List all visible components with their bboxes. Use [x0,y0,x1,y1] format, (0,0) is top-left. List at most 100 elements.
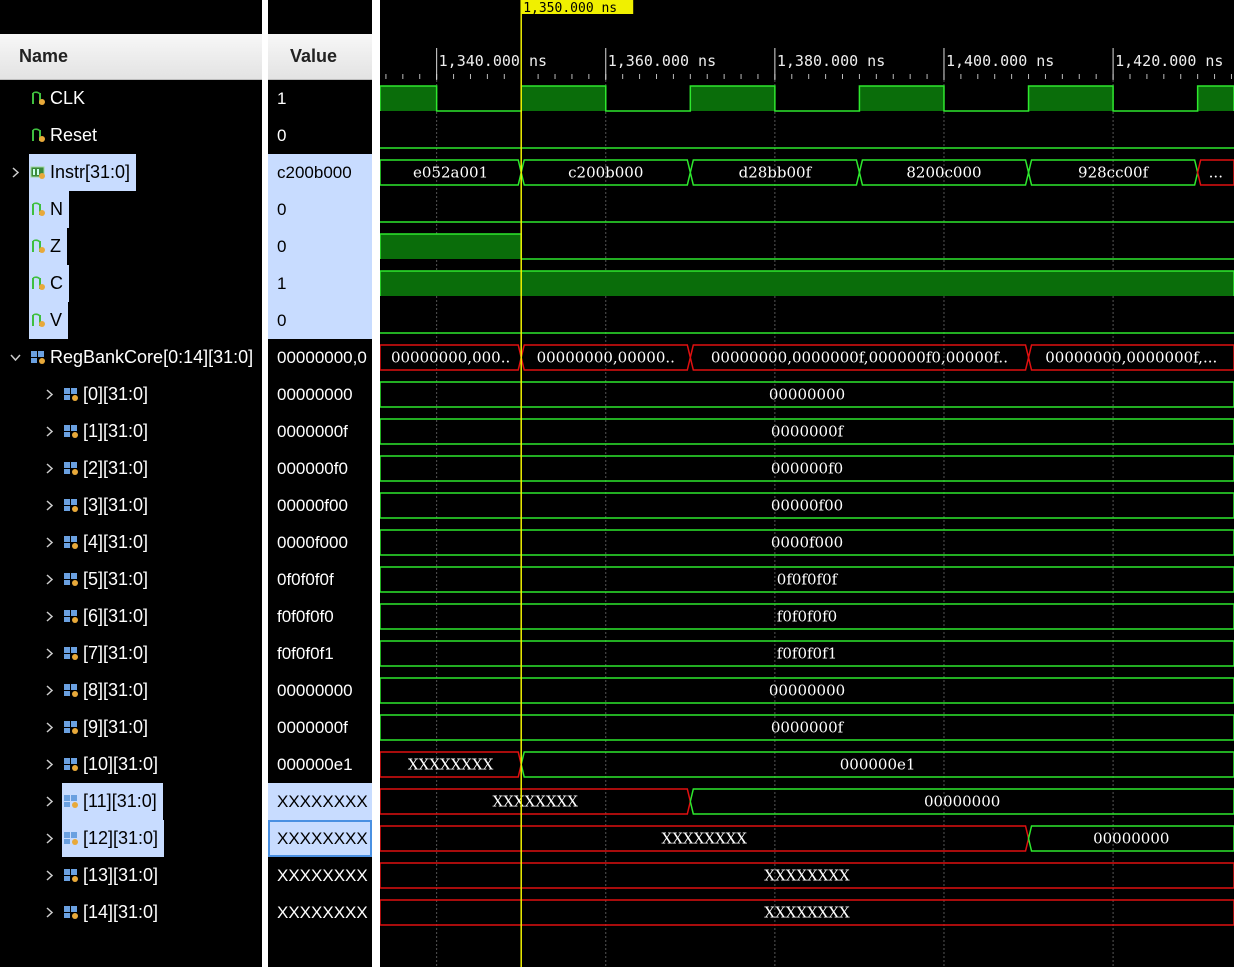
value-row[interactable]: 1 [268,80,372,117]
chevron-right-icon[interactable] [42,709,56,746]
signal-row[interactable]: [7][31:0] [0,635,262,672]
waveform-[13][31:0][interactable]: XXXXXXXX [380,862,1234,889]
signal-name[interactable]: Instr[31:0] [29,154,137,191]
chevron-right-icon[interactable] [42,894,56,931]
waveform-Z[interactable] [380,233,1234,260]
signal-row[interactable]: RegBankCore[0:14][31:0] [0,339,262,376]
waveform-[9][31:0][interactable]: 0000000f [380,714,1234,741]
waveform-[11][31:0][interactable]: XXXXXXXX 00000000 [380,788,1234,815]
waveform-[12][31:0][interactable]: XXXXXXXX 00000000 [380,825,1234,852]
value-row[interactable]: 0 [268,228,372,265]
signal-name[interactable]: [3][31:0] [62,487,148,524]
chevron-right-icon[interactable] [42,672,56,709]
signal-row[interactable]: V [0,302,262,339]
signal-name[interactable]: [14][31:0] [62,894,158,931]
signal-name[interactable]: [11][31:0] [62,783,163,820]
signal-row[interactable]: [4][31:0] [0,524,262,561]
waveform-[6][31:0][interactable]: f0f0f0f0 [380,603,1234,630]
signal-row[interactable]: C [0,265,262,302]
signal-name[interactable]: Z [29,228,67,265]
signal-row[interactable]: Instr[31:0] [0,154,262,191]
signal-name[interactable]: [7][31:0] [62,635,148,672]
value-row[interactable]: 00000000 [268,376,372,413]
value-row[interactable]: 0 [268,302,372,339]
signal-name[interactable]: [8][31:0] [62,672,148,709]
signal-row[interactable]: Z [0,228,262,265]
value-row[interactable]: f0f0f0f1 [268,635,372,672]
waveform-pane[interactable]: 1,340.000 ns 1,360.000 ns 1,380.000 ns 1,40… [380,0,1234,967]
signal-name[interactable]: [5][31:0] [62,561,148,598]
waveform-[3][31:0][interactable]: 00000f00 [380,492,1234,519]
signal-row[interactable]: [9][31:0] [0,709,262,746]
signal-row[interactable]: [10][31:0] [0,746,262,783]
signal-row[interactable]: [2][31:0] [0,450,262,487]
value-row[interactable]: 000000f0 [268,450,372,487]
value-row[interactable]: 0000f000 [268,524,372,561]
signal-name[interactable]: [10][31:0] [62,746,158,783]
signal-row[interactable]: [13][31:0] [0,857,262,894]
signal-row[interactable]: CLK [0,80,262,117]
signal-name[interactable]: RegBankCore[0:14][31:0] [29,339,253,376]
signal-name[interactable]: [4][31:0] [62,524,148,561]
chevron-right-icon[interactable] [42,524,56,561]
waveform-[7][31:0][interactable]: f0f0f0f1 [380,640,1234,667]
waveform-CLK[interactable] [380,85,1234,112]
signal-row[interactable]: [12][31:0] [0,820,262,857]
signal-name[interactable]: [13][31:0] [62,857,158,894]
signal-row[interactable]: [8][31:0] [0,672,262,709]
signal-row[interactable]: Reset [0,117,262,154]
value-row[interactable]: XXXXXXXX [268,820,372,857]
chevron-right-icon[interactable] [42,857,56,894]
chevron-right-icon[interactable] [42,820,56,857]
signal-name[interactable]: C [29,265,69,302]
time-ruler[interactable]: 1,340.000 ns 1,360.000 ns 1,380.000 ns 1,40… [385,48,1232,80]
waveform-splitter[interactable] [372,0,380,967]
waveform-[10][31:0][interactable]: XXXXXXXX 000000e1 [380,751,1234,778]
chevron-right-icon[interactable] [42,376,56,413]
waveform-C[interactable] [380,270,1234,296]
waveform-[1][31:0][interactable]: 0000000f [380,418,1234,445]
waveform-[8][31:0][interactable]: 00000000 [380,677,1234,704]
value-row[interactable]: 0000000f [268,709,372,746]
chevron-right-icon[interactable] [42,450,56,487]
chevron-right-icon[interactable] [42,635,56,672]
waveform-RegBankCore[0:14][31:0][interactable]: 00000000,000.. 00000000,00000.. 00000000,0… [380,344,1234,371]
time-cursor[interactable]: 1,350.000 ns [520,0,634,967]
value-row[interactable]: 00000f00 [268,487,372,524]
value-column-header[interactable]: Value [268,34,372,80]
value-row[interactable]: 0 [268,117,372,154]
waveform-[14][31:0][interactable]: XXXXXXXX [380,899,1234,926]
chevron-right-icon[interactable] [42,561,56,598]
waveform-canvas[interactable]: 1,340.000 ns 1,360.000 ns 1,380.000 ns 1,40… [380,0,1234,967]
signal-row[interactable]: [0][31:0] [0,376,262,413]
waveform-[2][31:0][interactable]: 000000f0 [380,455,1234,482]
chevron-right-icon[interactable] [8,154,22,191]
chevron-right-icon[interactable] [42,746,56,783]
signal-name[interactable]: [6][31:0] [62,598,148,635]
signal-row[interactable]: [3][31:0] [0,487,262,524]
name-column-header[interactable]: Name [0,34,262,80]
signal-row[interactable]: [14][31:0] [0,894,262,931]
signal-name[interactable]: N [29,191,69,228]
signal-row[interactable]: [11][31:0] [0,783,262,820]
signal-name[interactable]: Reset [29,117,97,154]
value-row[interactable]: 00000000,0 [268,339,372,376]
signal-row[interactable]: [1][31:0] [0,413,262,450]
signal-name[interactable]: [2][31:0] [62,450,148,487]
signal-row[interactable]: [5][31:0] [0,561,262,598]
waveform-[4][31:0][interactable]: 0000f000 [380,529,1234,556]
chevron-right-icon[interactable] [42,487,56,524]
chevron-right-icon[interactable] [42,413,56,450]
signal-row[interactable]: N [0,191,262,228]
signal-name[interactable]: [0][31:0] [62,376,148,413]
value-row[interactable]: XXXXXXXX [268,783,372,820]
value-row[interactable]: 0f0f0f0f [268,561,372,598]
chevron-right-icon[interactable] [42,783,56,820]
signal-name[interactable]: CLK [29,80,85,117]
value-row[interactable]: 000000e1 [268,746,372,783]
value-row[interactable]: 00000000 [268,672,372,709]
value-row[interactable]: XXXXXXXX [268,857,372,894]
chevron-down-icon[interactable] [8,339,22,376]
value-row[interactable]: 1 [268,265,372,302]
chevron-right-icon[interactable] [42,598,56,635]
